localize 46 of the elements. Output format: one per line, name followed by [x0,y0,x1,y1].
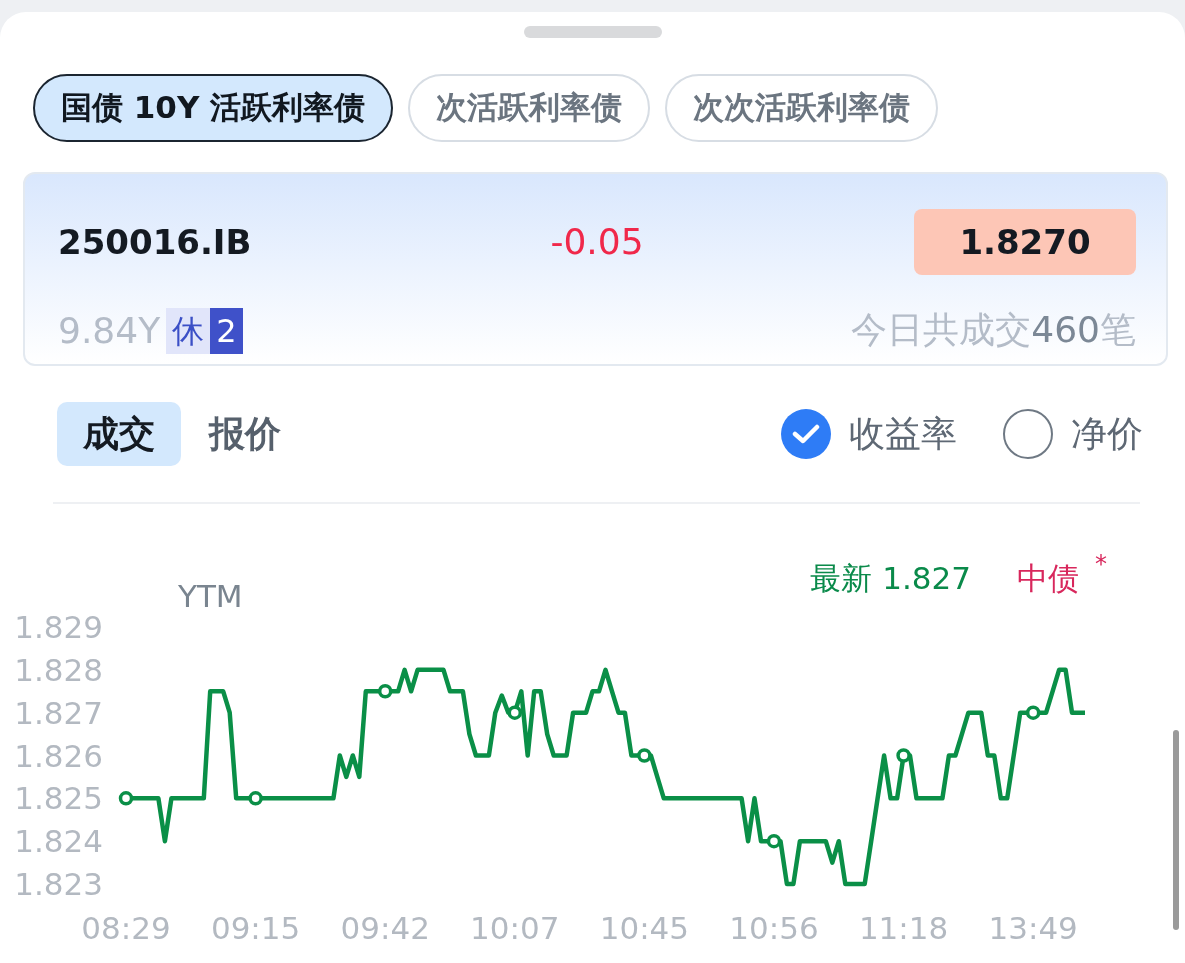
x-tick-label: 08:29 [81,910,171,946]
bond-code: 250016.IB [58,221,253,262]
x-tick-label: 13:49 [988,910,1078,946]
point-marker [377,684,393,699]
point-marker [637,748,652,763]
point-marker [896,748,911,763]
x-tick-label: 10:45 [599,910,690,946]
y-tick-label: 1.825 [14,780,103,817]
asterisk-mark: * [1095,550,1107,578]
point-marker [507,705,523,720]
y-tick-label: 1.824 [14,823,103,860]
term-text: 9.84Y [58,310,161,352]
tag: 2 [210,307,243,354]
y-tick-label: 1.829 [14,610,103,645]
price-value: 1.8270 [914,208,1136,275]
view-tab[interactable]: 报价 [183,402,307,466]
price-type-option[interactable]: 净价 [1003,409,1143,459]
x-tick-label: 09:42 [340,910,430,946]
trade-count-text: 今日共成交460笔 [851,308,1136,353]
y-tick-label: 1.827 [14,694,103,731]
y-tick-label: 1.828 [14,651,103,688]
x-tick-label: 09:15 [210,910,301,946]
bond-tab[interactable]: 次次活跃利率债 [665,74,939,142]
point-marker [248,791,263,806]
change-value: -0.05 [550,221,644,263]
source-label: 中债 [1017,559,1079,598]
view-tab[interactable]: 成交 [57,402,181,466]
y-tick-label: 1.826 [14,737,103,774]
tag: 休 [166,307,211,354]
price-type-option[interactable]: 收益率 [781,409,957,459]
check-icon [792,423,820,445]
radio-button[interactable] [1003,409,1053,459]
scrollbar[interactable] [1173,730,1179,930]
y-axis-label: YTM [178,578,243,614]
x-tick-label: 10:07 [470,910,560,946]
x-tick-label: 11:18 [858,910,949,946]
x-tick-label: 10:56 [729,910,819,946]
point-marker [1025,705,1041,720]
bond-tab[interactable]: 次活跃利率债 [408,74,651,142]
point-marker [766,833,782,849]
drag-handle[interactable] [523,26,662,38]
radio-button[interactable] [781,409,831,459]
bond-tab[interactable]: 国债 10Y 活跃利率债 [33,74,394,142]
y-tick-label: 1.823 [14,866,103,902]
latest-value: 最新 1.827 [810,559,971,598]
point-marker [118,791,134,806]
